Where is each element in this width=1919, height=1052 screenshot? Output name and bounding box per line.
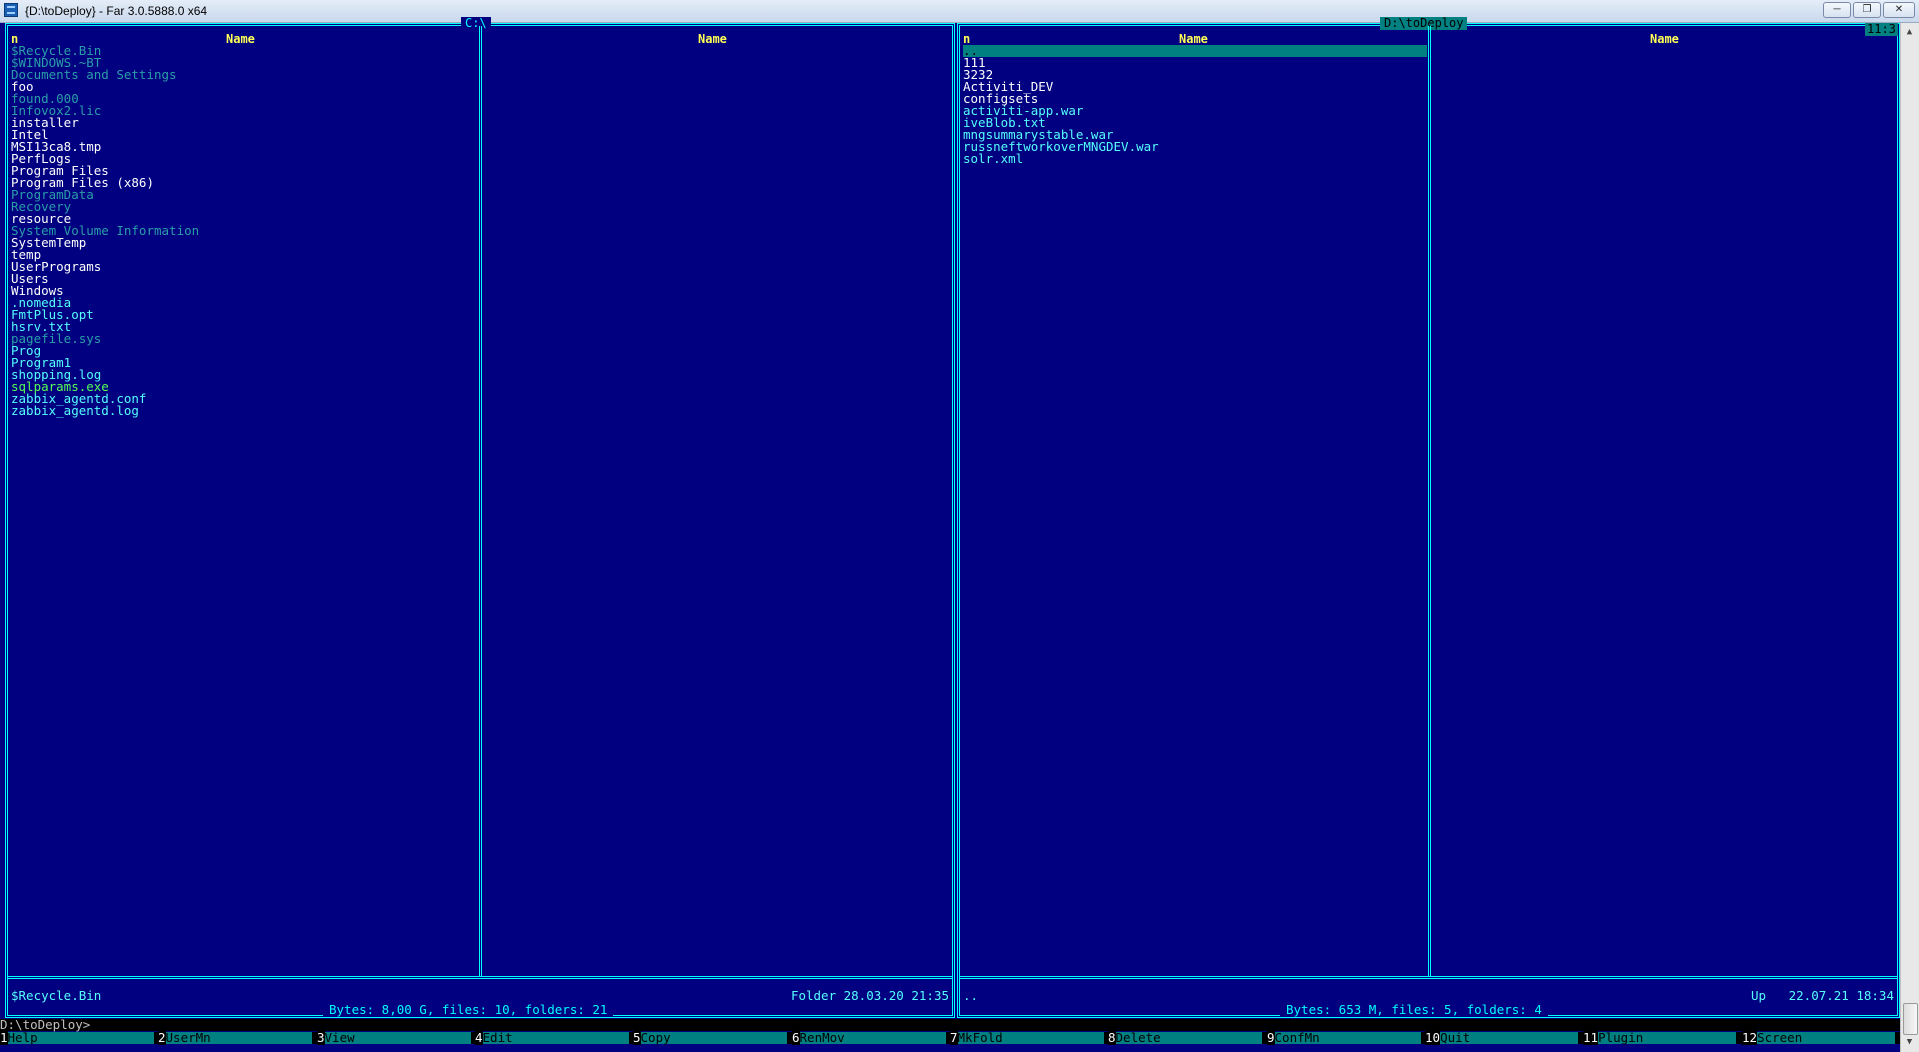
column-separator	[1428, 26, 1431, 976]
far-app-icon[interactable]	[4, 3, 18, 17]
fkey-label: Plugin	[1598, 1031, 1737, 1044]
fkey-label: Quit	[1440, 1031, 1579, 1044]
fkey-label: Copy	[640, 1031, 787, 1044]
fkey-plugin[interactable]: 11Plugin	[1583, 1030, 1737, 1045]
far-console: C:\ n Name Name $Recycle.Bin $WINDOWS.~BT…	[0, 17, 1900, 1052]
column-header-name[interactable]: Name	[1650, 33, 1679, 45]
file-list-item[interactable]: russneftworkoverMNGDEV.war	[963, 140, 1427, 153]
fkey-number: 2	[158, 1030, 166, 1045]
console-scrollbar[interactable]: ▲ ▼	[1900, 23, 1919, 1052]
file-list-item[interactable]: Documents and Settings	[11, 68, 199, 81]
column-header-name[interactable]: Name	[1179, 33, 1208, 45]
fkey-number: 4	[475, 1030, 483, 1045]
status-separator	[960, 976, 1897, 979]
fkey-edit[interactable]: 4Edit	[475, 1030, 629, 1045]
fkey-label: RenMov	[799, 1031, 946, 1044]
fkey-label: Delete	[1115, 1031, 1262, 1044]
fkey-number: 10	[1425, 1030, 1441, 1045]
fkey-number: 1	[0, 1030, 8, 1045]
status-separator	[8, 976, 952, 979]
left-panel-path[interactable]: C:\	[461, 17, 491, 30]
fkey-mkfold[interactable]: 7MkFold	[950, 1030, 1104, 1045]
file-list-item[interactable]: zabbix_agentd.log	[11, 404, 199, 417]
file-list-item[interactable]: 111	[963, 56, 1427, 69]
left-panel[interactable]: C:\ n Name Name $Recycle.Bin $WINDOWS.~BT…	[5, 17, 955, 1018]
fkey-label: UserMn	[165, 1031, 312, 1044]
fkey-view[interactable]: 3View	[317, 1030, 471, 1045]
function-key-bar: 1Help 2UserMn 3View 4Edit 5Copy 6RenMov 7MkFol…	[0, 1030, 1900, 1045]
fkey-help[interactable]: 1Help	[0, 1030, 154, 1045]
maximize-button[interactable]: ❐	[1853, 2, 1881, 18]
close-icon: ✕	[1894, 4, 1904, 15]
left-file-list[interactable]: $Recycle.Bin $WINDOWS.~BT Documents and Se…	[11, 44, 199, 417]
fkey-number: 9	[1267, 1030, 1275, 1045]
fkey-number: 8	[1108, 1030, 1116, 1045]
fkey-number: 12	[1742, 1030, 1758, 1045]
right-file-list[interactable]: .. 111 3232 Activiti_DEV configsets activiti-…	[963, 44, 1427, 165]
right-panel[interactable]: D:\toDeploy n Name Name .. 111 3232 Activit…	[957, 17, 1900, 1018]
fkey-label: ConfMn	[1274, 1031, 1421, 1044]
fkey-label: View	[324, 1031, 471, 1044]
fkey-number: 7	[950, 1030, 958, 1045]
right-panel-totals: Bytes: 653 M, files: 5, folders: 4	[1280, 1003, 1548, 1016]
fkey-delete[interactable]: 8Delete	[1108, 1030, 1262, 1045]
column-separator	[479, 26, 482, 976]
restore-icon: ❐	[1862, 4, 1872, 15]
clock: 11:3	[1865, 22, 1898, 36]
fkey-label: Screen	[1757, 1031, 1896, 1044]
fkey-number: 3	[317, 1030, 325, 1045]
fkey-number: 6	[792, 1030, 800, 1045]
minimize-icon: ─	[1833, 4, 1841, 15]
fkey-usermn[interactable]: 2UserMn	[158, 1030, 312, 1045]
window-title: {D:\toDeploy} - Far 3.0.5888.0 x64	[25, 4, 208, 18]
scroll-down-icon[interactable]: ▼	[1903, 1035, 1916, 1049]
right-panel-path[interactable]: D:\toDeploy	[1380, 17, 1468, 30]
column-header-name[interactable]: Name	[698, 33, 727, 45]
scroll-up-icon[interactable]: ▲	[1903, 25, 1916, 39]
file-list-item[interactable]: ..	[963, 44, 1427, 57]
scroll-thumb[interactable]	[1903, 1003, 1918, 1035]
fkey-quit[interactable]: 10Quit	[1425, 1030, 1579, 1045]
fkey-copy[interactable]: 5Copy	[633, 1030, 787, 1045]
fkey-renmov[interactable]: 6RenMov	[792, 1030, 946, 1045]
window-titlebar[interactable]: {D:\toDeploy} - Far 3.0.5888.0 x64 ─ ❐ ✕	[0, 0, 1919, 23]
fkey-number: 11	[1583, 1030, 1599, 1045]
left-panel-totals: Bytes: 8,00 G, files: 10, folders: 21	[323, 1003, 614, 1016]
left-status-filename: $Recycle.Bin	[11, 988, 102, 1003]
left-status-info: Folder 28.03.20 21:35	[790, 988, 949, 1003]
fkey-label: Help	[7, 1031, 154, 1044]
file-list-item[interactable]: solr.xml	[963, 152, 1427, 165]
minimize-button[interactable]: ─	[1823, 2, 1851, 18]
fkey-confmn[interactable]: 9ConfMn	[1267, 1030, 1421, 1045]
column-header-name[interactable]: Name	[226, 33, 255, 45]
fkey-screen[interactable]: 12Screen	[1742, 1030, 1896, 1045]
fkey-label: MkFold	[957, 1031, 1104, 1044]
right-status-filename: ..	[963, 988, 979, 1003]
close-button[interactable]: ✕	[1883, 2, 1915, 18]
fkey-number: 5	[633, 1030, 641, 1045]
fkey-label: Edit	[482, 1031, 629, 1044]
right-status-info: Up 22.07.21 18:34	[1751, 988, 1894, 1003]
